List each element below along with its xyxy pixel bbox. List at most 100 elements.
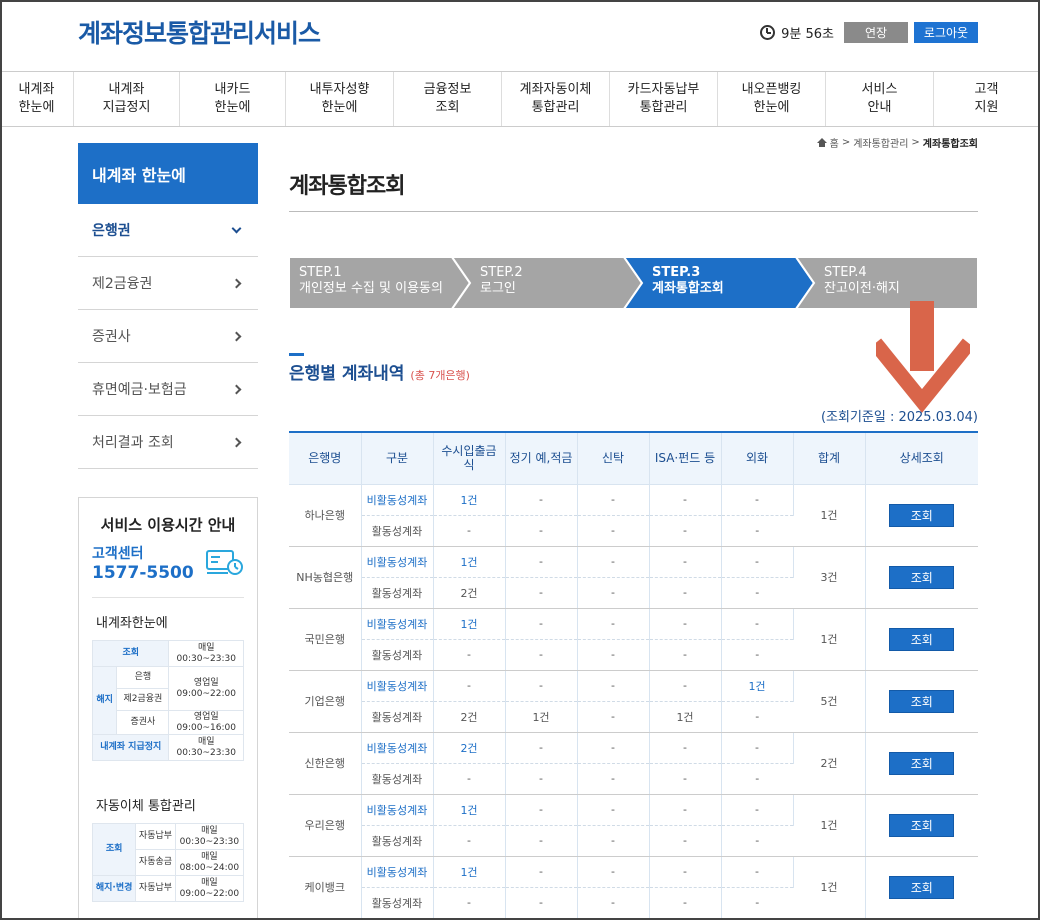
site-logo[interactable]: 계좌정보통합관리서비스	[78, 14, 321, 50]
sidebar-item[interactable]: 처리결과 조회	[78, 416, 258, 469]
total-count: 5건	[793, 670, 866, 733]
account-count[interactable]: 1건	[433, 484, 506, 516]
account-count[interactable]: 2건	[433, 732, 506, 764]
service-hours-table-autotransfer: 조회 자동납부 매일 00:30~23:30 자동송금 매일 08:00~24:00 해지…	[91, 823, 245, 902]
account-count[interactable]: 1건	[721, 670, 794, 702]
view-detail-button[interactable]: 조회	[889, 875, 955, 899]
bank-name: 우리은행	[289, 794, 362, 857]
account-type: 활동성계좌	[361, 701, 434, 733]
account-count: -	[433, 825, 506, 857]
hours-label: 조회	[91, 640, 170, 667]
view-detail-button[interactable]: 조회	[889, 503, 955, 527]
breadcrumb-separator: >	[911, 137, 920, 148]
account-count: -	[505, 670, 578, 702]
service-hours-title: 서비스 이용시간 안내	[100, 516, 236, 534]
sidebar-item[interactable]: 제2금융권	[78, 257, 258, 310]
bank-name: 하나은행	[289, 484, 362, 547]
view-detail-button[interactable]: 조회	[889, 627, 955, 651]
account-type: 활동성계좌	[361, 577, 434, 609]
column-header: ISA·펀드 등	[649, 431, 722, 485]
view-detail-button[interactable]: 조회	[889, 751, 955, 775]
account-count: -	[577, 577, 650, 609]
hours-label: 해지	[91, 666, 118, 735]
gnb-item[interactable]: 내카드 한눈에	[180, 72, 286, 126]
account-type[interactable]: 비활동성계좌	[361, 608, 434, 640]
account-type[interactable]: 비활동성계좌	[361, 794, 434, 826]
breadcrumb-home[interactable]: 홈	[830, 135, 839, 150]
account-count: -	[721, 484, 794, 516]
account-count: -	[433, 670, 506, 702]
account-count: -	[505, 732, 578, 764]
account-type[interactable]: 비활동성계좌	[361, 670, 434, 702]
step-1: STEP.1 개인정보 수집 및 이용동의	[289, 257, 443, 309]
account-type[interactable]: 비활동성계좌	[361, 856, 434, 888]
account-type: 활동성계좌	[361, 763, 434, 795]
breadcrumb-mid[interactable]: 계좌통합관리	[853, 135, 908, 150]
total-count: 1건	[793, 794, 866, 857]
customer-center: 고객센터 1577-5500	[92, 543, 244, 598]
sidebar-item-label: 제2금융권	[92, 276, 153, 292]
account-count: -	[649, 825, 722, 857]
account-count[interactable]: 1건	[433, 856, 506, 888]
account-count: -	[433, 887, 506, 919]
account-count: -	[721, 577, 793, 609]
gnb-item[interactable]: 고객 지원	[934, 72, 1040, 126]
gnb-item[interactable]: 내계좌 한눈에	[0, 72, 74, 126]
sidebar-item[interactable]: 은행권	[78, 204, 258, 257]
view-detail-button[interactable]: 조회	[889, 689, 955, 713]
hours-label: 내계좌 지급정지	[91, 734, 170, 761]
gnb-item[interactable]: 카드자동납부 통합관리	[610, 72, 718, 126]
account-type: 활동성계좌	[361, 825, 434, 857]
account-count[interactable]: 1건	[433, 608, 506, 640]
account-type[interactable]: 비활동성계좌	[361, 484, 434, 516]
main-navigation: 내계좌 한눈에 내계좌 지급정지 내카드 한눈에 내투자성향 한눈에 금융정보 조회 계좌…	[0, 71, 1040, 127]
account-count: -	[577, 856, 650, 888]
sidebar-item[interactable]: 휴면예금·보험금	[78, 363, 258, 416]
gnb-item[interactable]: 내계좌 지급정지	[74, 72, 180, 126]
sidebar-item-label: 은행권	[92, 223, 131, 239]
gnb-item[interactable]: 계좌자동이체 통합관리	[502, 72, 610, 126]
total-count: 1건	[793, 484, 866, 547]
account-count: -	[577, 763, 650, 795]
bank-name: 기업은행	[289, 670, 362, 733]
extend-button[interactable]: 연장	[844, 22, 908, 43]
column-header: 신탁	[577, 431, 650, 485]
gnb-item[interactable]: 내투자성향 한눈에	[286, 72, 394, 126]
total-count: 3건	[793, 546, 866, 609]
account-count: -	[721, 546, 794, 578]
gnb-item[interactable]: 서비스 안내	[826, 72, 934, 126]
column-header: 구분	[361, 431, 434, 485]
account-type: 활동성계좌	[361, 515, 434, 547]
gnb-item[interactable]: 내오픈뱅킹 한눈에	[718, 72, 826, 126]
account-count: -	[577, 825, 650, 857]
account-count: -	[721, 763, 793, 795]
hours-value: 매일 00:30~23:30	[168, 640, 244, 667]
chevron-right-icon	[231, 384, 242, 394]
sidebar-item[interactable]: 증권사	[78, 310, 258, 363]
account-type[interactable]: 비활동성계좌	[361, 546, 434, 578]
view-detail-button[interactable]: 조회	[889, 565, 955, 589]
account-type: 활동성계좌	[361, 887, 434, 919]
step-label: 계좌통합조회	[652, 281, 724, 296]
sidebar-item-label: 처리결과 조회	[92, 435, 174, 451]
view-detail-button[interactable]: 조회	[889, 813, 955, 837]
hours-value: 매일 00:30~23:30	[168, 734, 244, 761]
account-count: -	[505, 484, 578, 516]
account-count: 1건	[505, 701, 578, 733]
account-count[interactable]: 1건	[433, 794, 506, 826]
service-hours-sub1: 내계좌한눈에	[96, 616, 168, 631]
gnb-item[interactable]: 금융정보 조회	[394, 72, 502, 126]
hours-label: 자동납부	[135, 875, 176, 902]
step-3: STEP.3 계좌통합조회	[642, 257, 724, 309]
account-count: -	[505, 639, 578, 671]
account-count: -	[577, 639, 650, 671]
account-count: -	[649, 670, 722, 702]
home-icon[interactable]	[816, 138, 827, 147]
account-count: -	[649, 887, 722, 919]
account-type[interactable]: 비활동성계좌	[361, 732, 434, 764]
account-count[interactable]: 1건	[433, 546, 506, 578]
account-count: -	[721, 887, 793, 919]
sidebar-title: 내계좌 한눈에	[78, 143, 258, 204]
account-count: -	[577, 794, 650, 826]
logout-button[interactable]: 로그아웃	[914, 22, 978, 43]
